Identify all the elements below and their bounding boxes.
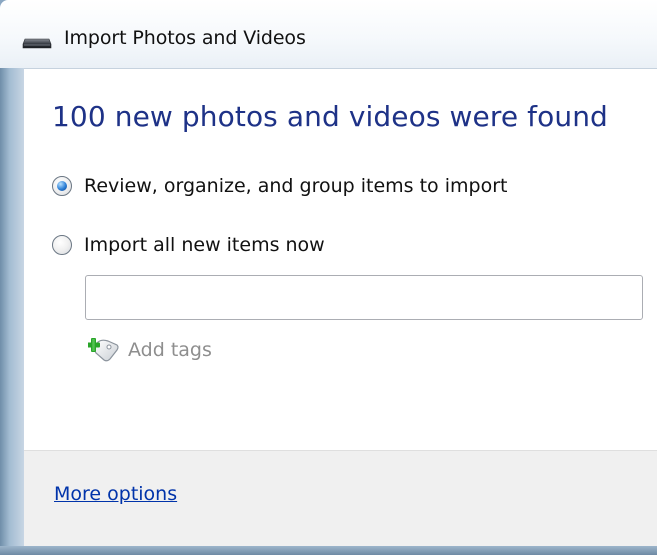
tags-input[interactable] xyxy=(85,275,643,320)
drive-icon xyxy=(22,38,52,49)
add-tag-icon xyxy=(88,338,119,362)
option-import-all[interactable]: Import all new items now xyxy=(52,234,325,256)
window-left-frame xyxy=(0,68,24,546)
window-bottom-frame xyxy=(0,546,657,555)
more-options-link[interactable]: More options xyxy=(54,483,177,505)
option-review-organize[interactable]: Review, organize, and group items to imp… xyxy=(52,175,507,197)
option-label: Review, organize, and group items to imp… xyxy=(84,175,508,197)
radio-selected-dot xyxy=(57,181,67,191)
radio-button-selected[interactable] xyxy=(52,176,72,196)
title-area: Import Photos and Videos xyxy=(22,24,306,52)
add-tags-link[interactable]: Add tags xyxy=(88,337,212,363)
page-title: 100 new photos and videos were found xyxy=(52,100,608,133)
window-title: Import Photos and Videos xyxy=(64,27,306,49)
option-label: Import all new items now xyxy=(84,234,325,256)
add-tags-label: Add tags xyxy=(128,339,212,361)
radio-button[interactable] xyxy=(52,235,72,255)
